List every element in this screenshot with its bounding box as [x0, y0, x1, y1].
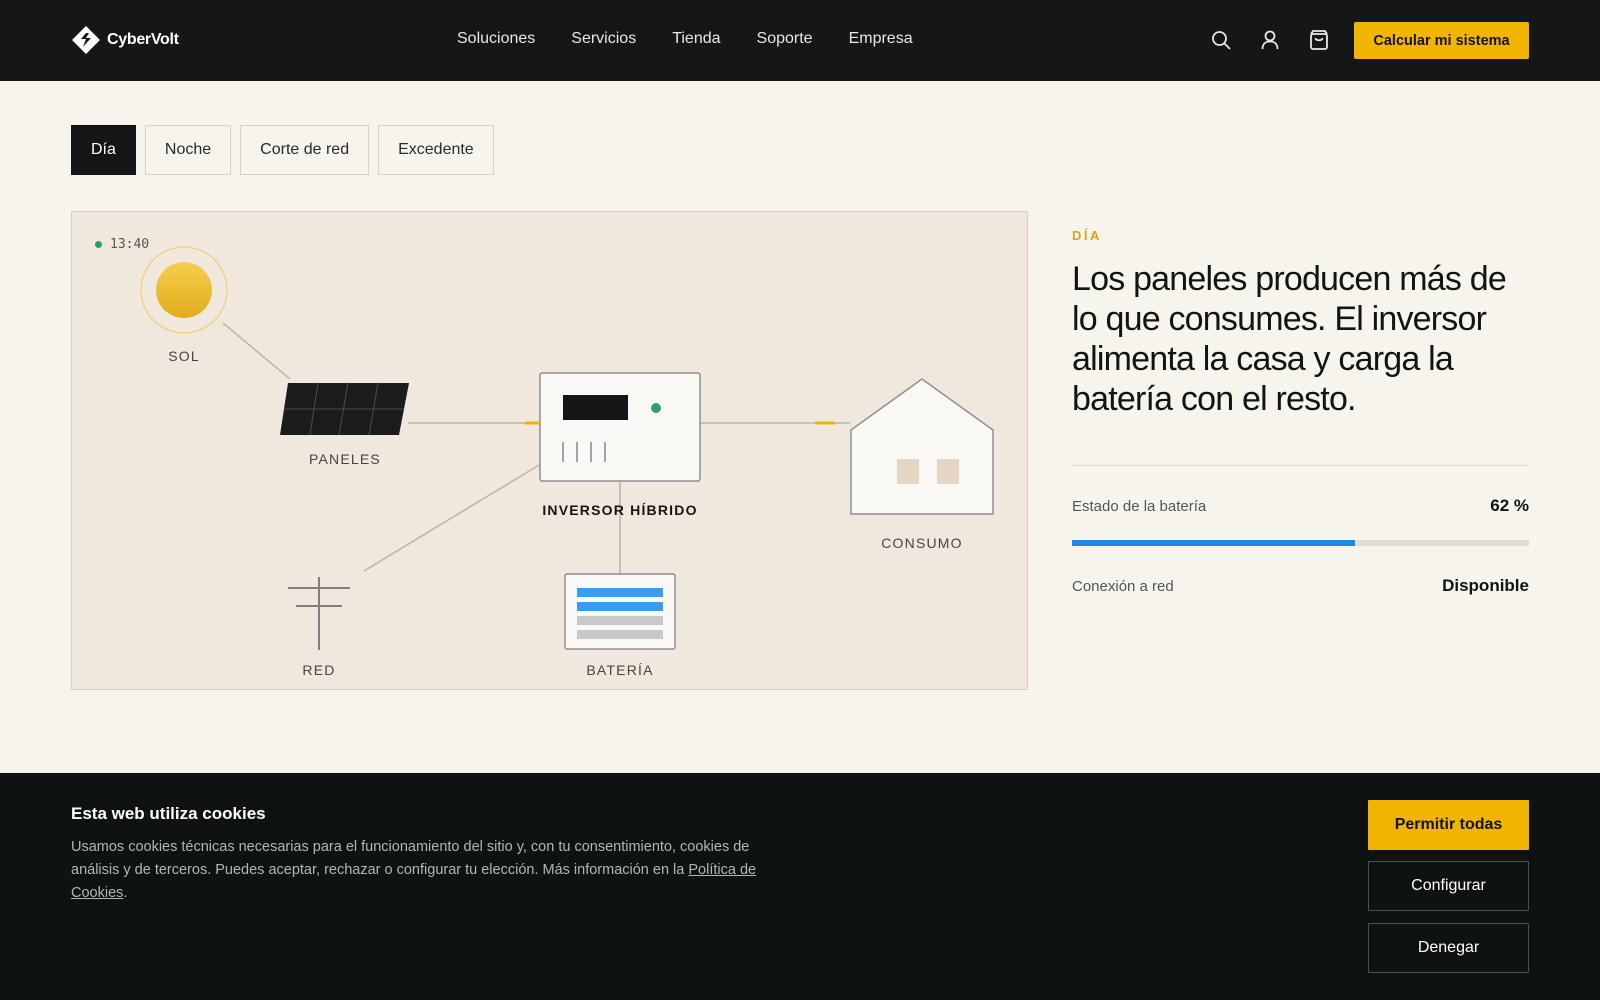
live-dot-icon — [95, 241, 102, 248]
configure-cookies-button[interactable]: Configurar — [1368, 861, 1529, 911]
sun-to-panel-line — [222, 322, 291, 380]
label-sun: SOL — [168, 348, 200, 364]
tab-noche[interactable]: Noche — [144, 125, 232, 175]
nav-item-empresa[interactable]: Empresa — [849, 30, 913, 48]
battery-icon — [564, 573, 676, 650]
house-icon — [850, 378, 994, 515]
label-inverter: INVERSOR HÍBRIDO — [542, 502, 698, 518]
nav-item-servicios[interactable]: Servicios — [571, 30, 636, 48]
cookie-title: Esta web utiliza cookies — [71, 804, 266, 823]
energy-flow-diagram: 13:40 SOL PANELES INVERSOR HÍBRIDO CONSU… — [71, 211, 1028, 690]
divider — [1072, 465, 1529, 466]
grid-connection-value: Disponible — [1442, 576, 1529, 595]
top-header: CyberVolt Soluciones Servicios Tienda So… — [0, 0, 1600, 81]
calculate-system-button[interactable]: Calcular mi sistema — [1354, 22, 1529, 59]
flow-lines — [222, 322, 850, 574]
battery-status-value: 62 % — [1490, 496, 1529, 515]
battery-progress-fill — [1072, 540, 1356, 546]
logo-icon — [72, 26, 100, 54]
grid-pylon-icon — [288, 577, 350, 650]
label-battery: BATERÍA — [586, 662, 654, 678]
scenario-eyebrow: DÍA — [1072, 228, 1102, 243]
cart-icon[interactable] — [1308, 29, 1330, 51]
tab-excedente[interactable]: Excedente — [378, 125, 494, 175]
cookie-text-body: Usamos cookies técnicas necesarias para … — [71, 839, 750, 878]
sun-icon — [140, 246, 228, 334]
search-icon[interactable] — [1210, 29, 1232, 51]
solar-panel-icon — [280, 382, 409, 436]
grid-connection-row: Conexión a red Disponible — [1072, 576, 1529, 596]
battery-status-label: Estado de la batería — [1072, 497, 1207, 515]
scenario-tabs: Día Noche Corte de red Excedente — [71, 125, 494, 175]
cookie-text: Usamos cookies técnicas necesarias para … — [71, 836, 801, 905]
scenario-headline: Los paneles producen más de lo que consu… — [1072, 260, 1507, 418]
nav-item-tienda[interactable]: Tienda — [672, 30, 720, 48]
allow-all-cookies-button[interactable]: Permitir todas — [1368, 800, 1529, 850]
time-value: 13:40 — [110, 237, 150, 252]
tab-dia[interactable]: Día — [71, 125, 136, 175]
cookie-banner: Esta web utiliza cookies Usamos cookies … — [0, 773, 1600, 1000]
brand-name: CyberVolt — [107, 31, 179, 48]
deny-cookies-button[interactable]: Denegar — [1368, 923, 1529, 973]
inverter-icon — [539, 372, 701, 482]
tab-corte-de-red[interactable]: Corte de red — [240, 125, 370, 175]
time-indicator: 13:40 — [95, 237, 149, 252]
diagram-graphics — [140, 246, 994, 650]
grid-connection-label: Conexión a red — [1072, 577, 1174, 595]
logo[interactable]: CyberVolt — [71, 25, 179, 55]
scenario-info-panel: DÍA Los paneles producen más de lo que c… — [1072, 228, 1529, 596]
cookie-text-end: . — [123, 885, 128, 901]
battery-status-row: Estado de la batería 62 % — [1072, 496, 1529, 516]
nav-item-soporte[interactable]: Soporte — [757, 30, 813, 48]
grid-to-inverter-line — [363, 464, 540, 572]
battery-progress-bar — [1072, 540, 1529, 546]
label-grid: RED — [302, 662, 336, 678]
main-nav: Soluciones Servicios Tienda Soporte Empr… — [457, 30, 913, 48]
user-icon[interactable] — [1259, 29, 1281, 51]
label-consumption: CONSUMO — [881, 535, 963, 551]
label-panels: PANELES — [309, 451, 381, 467]
nav-item-soluciones[interactable]: Soluciones — [457, 30, 535, 48]
